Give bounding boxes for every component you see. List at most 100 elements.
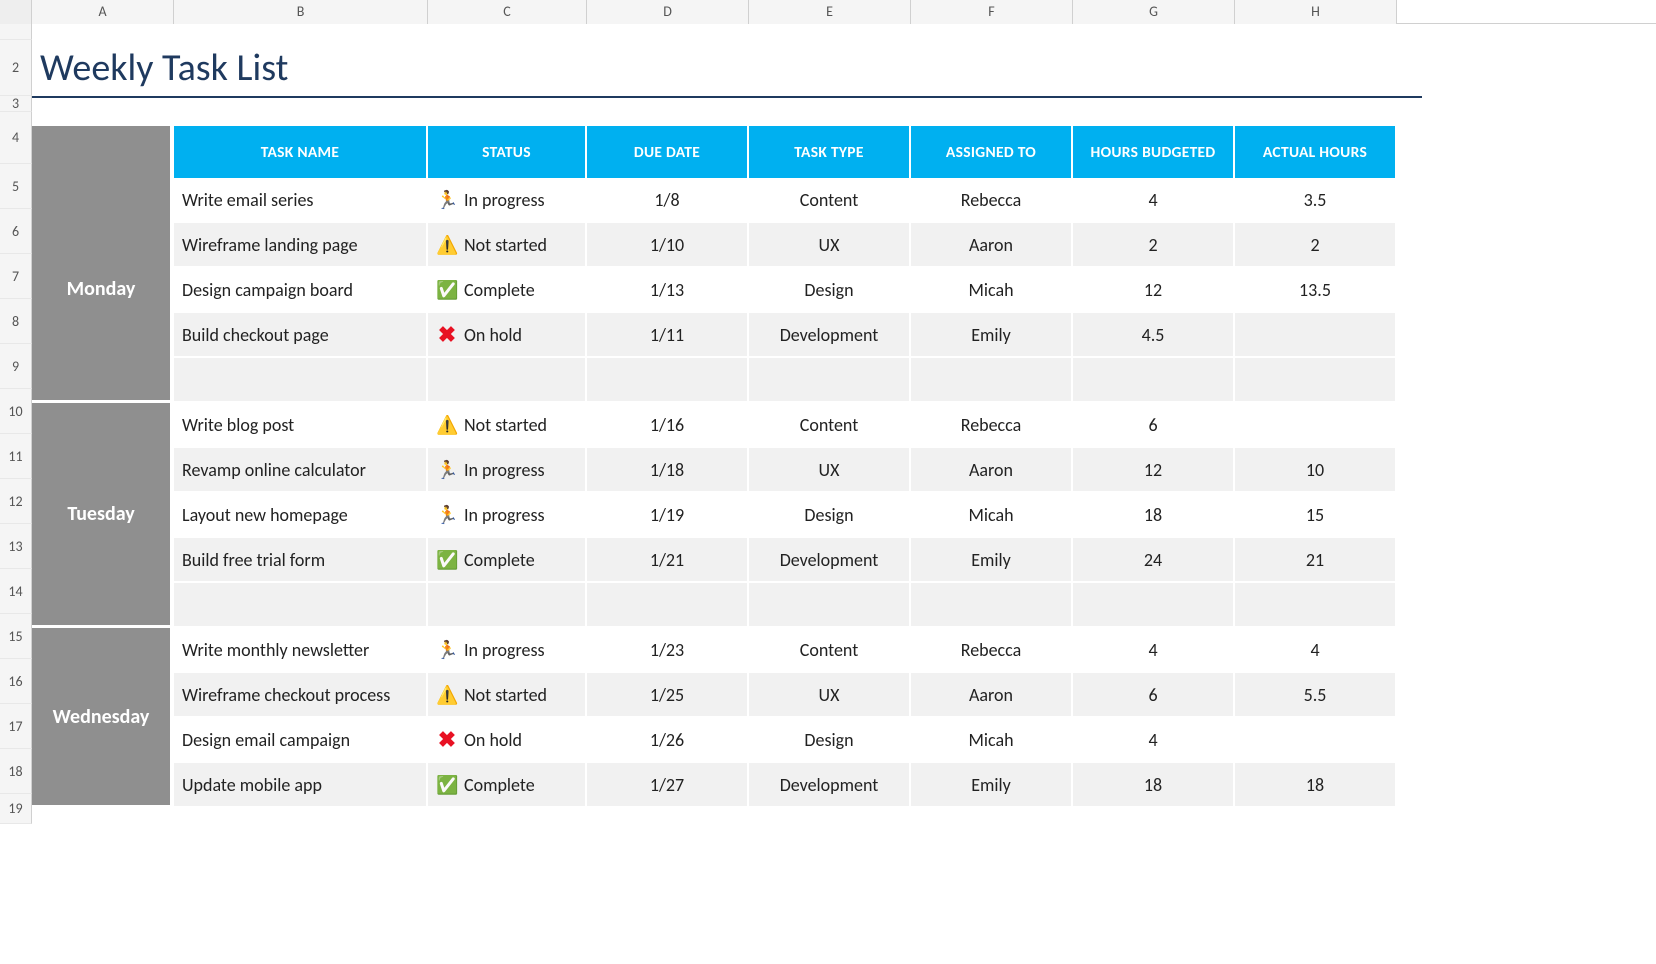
row-header-16[interactable]: 16	[0, 659, 32, 704]
task-name-cell[interactable]: Build checkout page	[174, 313, 428, 358]
header-hours-budgeted[interactable]: HOURS BUDGETED	[1073, 126, 1235, 178]
empty-cell[interactable]	[428, 358, 587, 403]
header-due-date[interactable]: DUE DATE	[587, 126, 749, 178]
actual-hours-cell[interactable]: 3.5	[1235, 178, 1397, 223]
col-header-G[interactable]: G	[1073, 0, 1235, 24]
actual-hours-cell[interactable]: 2	[1235, 223, 1397, 268]
task-name-cell[interactable]: Write blog post	[174, 403, 428, 448]
hours-budgeted-cell[interactable]: 12	[1073, 268, 1235, 313]
status-cell[interactable]: ✖On hold	[428, 313, 587, 358]
row-header-2[interactable]: 2	[0, 40, 32, 96]
hours-budgeted-cell[interactable]: 18	[1073, 493, 1235, 538]
due-date-cell[interactable]: 1/21	[587, 538, 749, 583]
task-type-cell[interactable]: Content	[749, 403, 911, 448]
empty-cell[interactable]	[587, 583, 749, 628]
status-cell[interactable]: ✅Complete	[428, 538, 587, 583]
due-date-cell[interactable]: 1/25	[587, 673, 749, 718]
due-date-cell[interactable]: 1/27	[587, 763, 749, 808]
task-type-cell[interactable]: UX	[749, 448, 911, 493]
due-date-cell[interactable]: 1/16	[587, 403, 749, 448]
status-cell[interactable]: ✅Complete	[428, 268, 587, 313]
hours-budgeted-cell[interactable]: 6	[1073, 403, 1235, 448]
empty-cell[interactable]	[749, 358, 911, 403]
header-task-name[interactable]: TASK NAME	[174, 126, 428, 178]
empty-cell[interactable]	[749, 583, 911, 628]
empty-cell[interactable]	[587, 358, 749, 403]
task-name-cell[interactable]: Write monthly newsletter	[174, 628, 428, 673]
task-type-cell[interactable]: Content	[749, 628, 911, 673]
row-header-13[interactable]: 13	[0, 524, 32, 569]
select-all-corner[interactable]	[0, 0, 32, 24]
hours-budgeted-cell[interactable]: 12	[1073, 448, 1235, 493]
row-header-3[interactable]: 3	[0, 96, 32, 112]
empty-cell[interactable]	[911, 358, 1073, 403]
header-task-type[interactable]: TASK TYPE	[749, 126, 911, 178]
row-header-7[interactable]: 7	[0, 254, 32, 299]
row-header-14[interactable]: 14	[0, 569, 32, 614]
col-header-D[interactable]: D	[587, 0, 749, 24]
hours-budgeted-cell[interactable]: 6	[1073, 673, 1235, 718]
actual-hours-cell[interactable]: 18	[1235, 763, 1397, 808]
status-cell[interactable]: ⚠️Not started	[428, 403, 587, 448]
task-name-cell[interactable]: Build free trial form	[174, 538, 428, 583]
status-cell[interactable]: 🏃In progress	[428, 493, 587, 538]
assigned-to-cell[interactable]: Rebecca	[911, 628, 1073, 673]
row-header-4[interactable]: 4	[0, 112, 32, 164]
task-type-cell[interactable]: Design	[749, 493, 911, 538]
task-name-cell[interactable]: Write email series	[174, 178, 428, 223]
row-header-19[interactable]: 19	[0, 794, 32, 824]
col-header-H[interactable]: H	[1235, 0, 1397, 24]
row-header-5[interactable]: 5	[0, 164, 32, 209]
assigned-to-cell[interactable]: Emily	[911, 313, 1073, 358]
actual-hours-cell[interactable]	[1235, 313, 1397, 358]
empty-cell[interactable]	[1235, 583, 1397, 628]
row-header-18[interactable]: 18	[0, 749, 32, 794]
task-type-cell[interactable]: Development	[749, 538, 911, 583]
due-date-cell[interactable]: 1/19	[587, 493, 749, 538]
hours-budgeted-cell[interactable]: 2	[1073, 223, 1235, 268]
row-header-15[interactable]: 15	[0, 614, 32, 659]
assigned-to-cell[interactable]: Aaron	[911, 448, 1073, 493]
empty-cell[interactable]	[174, 583, 428, 628]
task-type-cell[interactable]: Design	[749, 268, 911, 313]
due-date-cell[interactable]: 1/11	[587, 313, 749, 358]
hours-budgeted-cell[interactable]: 4	[1073, 628, 1235, 673]
task-type-cell[interactable]: Development	[749, 763, 911, 808]
row-header-12[interactable]: 12	[0, 479, 32, 524]
row-header-9[interactable]: 9	[0, 344, 32, 389]
row-header-17[interactable]: 17	[0, 704, 32, 749]
empty-cell[interactable]	[1235, 358, 1397, 403]
task-type-cell[interactable]: Content	[749, 178, 911, 223]
task-type-cell[interactable]: UX	[749, 223, 911, 268]
task-name-cell[interactable]: Wireframe checkout process	[174, 673, 428, 718]
empty-cell[interactable]	[174, 358, 428, 403]
due-date-cell[interactable]: 1/10	[587, 223, 749, 268]
actual-hours-cell[interactable]	[1235, 403, 1397, 448]
header-assigned-to[interactable]: ASSIGNED TO	[911, 126, 1073, 178]
assigned-to-cell[interactable]: Rebecca	[911, 403, 1073, 448]
col-header-A[interactable]: A	[32, 0, 174, 24]
status-cell[interactable]: ✖On hold	[428, 718, 587, 763]
row-header-11[interactable]: 11	[0, 434, 32, 479]
due-date-cell[interactable]: 1/23	[587, 628, 749, 673]
assigned-to-cell[interactable]: Emily	[911, 763, 1073, 808]
col-header-B[interactable]: B	[174, 0, 428, 24]
day-label[interactable]: Wednesday	[32, 628, 174, 808]
due-date-cell[interactable]: 1/18	[587, 448, 749, 493]
assigned-to-cell[interactable]: Emily	[911, 538, 1073, 583]
actual-hours-cell[interactable]: 21	[1235, 538, 1397, 583]
hours-budgeted-cell[interactable]: 4	[1073, 718, 1235, 763]
task-type-cell[interactable]: Development	[749, 313, 911, 358]
col-header-F[interactable]: F	[911, 0, 1073, 24]
task-name-cell[interactable]: Layout new homepage	[174, 493, 428, 538]
assigned-to-cell[interactable]: Micah	[911, 493, 1073, 538]
status-cell[interactable]: ⚠️Not started	[428, 223, 587, 268]
task-name-cell[interactable]: Wireframe landing page	[174, 223, 428, 268]
actual-hours-cell[interactable]: 13.5	[1235, 268, 1397, 313]
header-actual-hours[interactable]: ACTUAL HOURS	[1235, 126, 1397, 178]
status-cell[interactable]: ⚠️Not started	[428, 673, 587, 718]
actual-hours-cell[interactable]	[1235, 718, 1397, 763]
status-cell[interactable]: ✅Complete	[428, 763, 587, 808]
due-date-cell[interactable]: 1/8	[587, 178, 749, 223]
row-header-10[interactable]: 10	[0, 389, 32, 434]
